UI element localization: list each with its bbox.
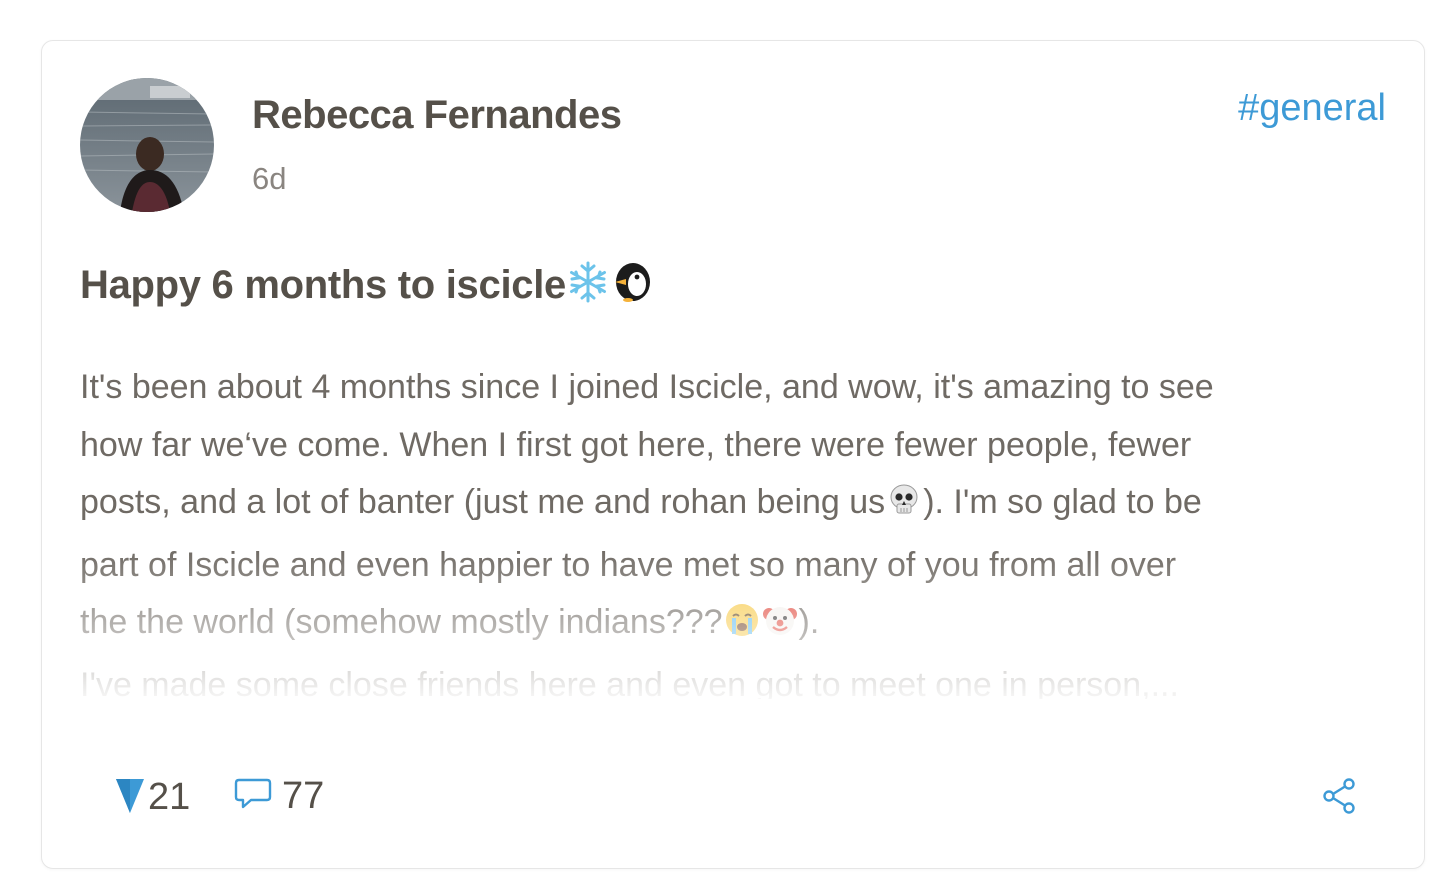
body-line: the the world (somehow mostly indians??? [80,594,1400,657]
clown-face-emoji [762,599,798,657]
channel-tag[interactable]: #general [1238,87,1386,130]
penguin-emoji [610,260,654,314]
body-line: I've made some close friends here and ev… [80,665,1179,700]
post-body[interactable]: It's been about 4 months since I joined … [80,359,1400,699]
upvote-icon[interactable] [114,775,146,820]
upvote-button[interactable]: 21 [114,775,190,820]
comment-count: 77 [282,775,325,817]
body-text: ). I'm so glad to be [923,483,1202,521]
skull-emoji [886,479,922,537]
body-text: ). [798,603,820,641]
crying-face-emoji [724,599,760,657]
share-icon[interactable] [1322,778,1358,819]
body-line: how far we‘ve come. When I first got her… [80,425,1192,464]
snowflake-emoji [566,260,610,314]
body-line: It's been about 4 months since I joined … [80,368,1214,406]
post-card[interactable]: Rebecca Fernandes 6d #general Happy 6 mo… [41,40,1425,869]
comment-button[interactable]: 77 [234,775,324,818]
author-name[interactable]: Rebecca Fernandes [252,93,622,138]
upvote-count: 21 [148,776,191,818]
post-actions: 21 77 [42,761,1424,831]
post-title[interactable]: Happy 6 months to iscicle [80,260,654,314]
body-text: the the world (somehow mostly indians??? [80,603,723,641]
body-line: part of Iscicle and even happier to have… [80,545,1177,584]
post-title-text: Happy 6 months to iscicle [80,263,566,307]
body-line: posts, and a lot of banter (just me and … [80,474,1400,537]
comment-icon[interactable] [234,777,272,816]
post-timestamp: 6d [252,161,287,196]
share-button[interactable] [1322,777,1358,820]
body-text: posts, and a lot of banter (just me and … [80,483,886,521]
avatar[interactable] [80,78,214,212]
